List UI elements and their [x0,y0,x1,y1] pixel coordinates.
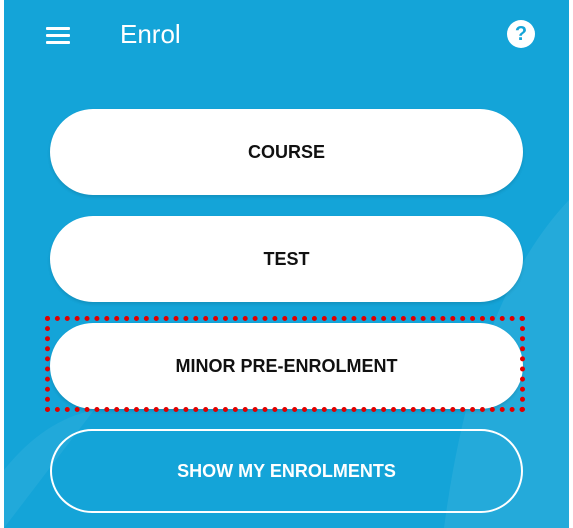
top-app-bar: Enrol ? [4,0,569,70]
help-icon[interactable]: ? [507,20,535,48]
page-title: Enrol [120,19,181,49]
test-button[interactable]: TEST [50,216,523,302]
course-button-label: COURSE [247,141,325,162]
minor-pre-enrolment-button[interactable]: MINOR PRE-ENROLMENT [50,323,523,409]
course-button[interactable]: COURSE [50,109,523,195]
minor-pre-enrolment-label: MINOR PRE-ENROLMENT [175,355,398,376]
enrol-screen: Enrol ? COURSE TEST MINOR PRE-ENROLMENT … [0,0,573,528]
show-my-enrolments-label: SHOW MY ENROLMENTS [177,460,396,481]
hamburger-menu-icon[interactable] [42,22,74,48]
show-my-enrolments-button[interactable]: SHOW MY ENROLMENTS [50,429,523,513]
test-button-label: TEST [263,248,310,269]
